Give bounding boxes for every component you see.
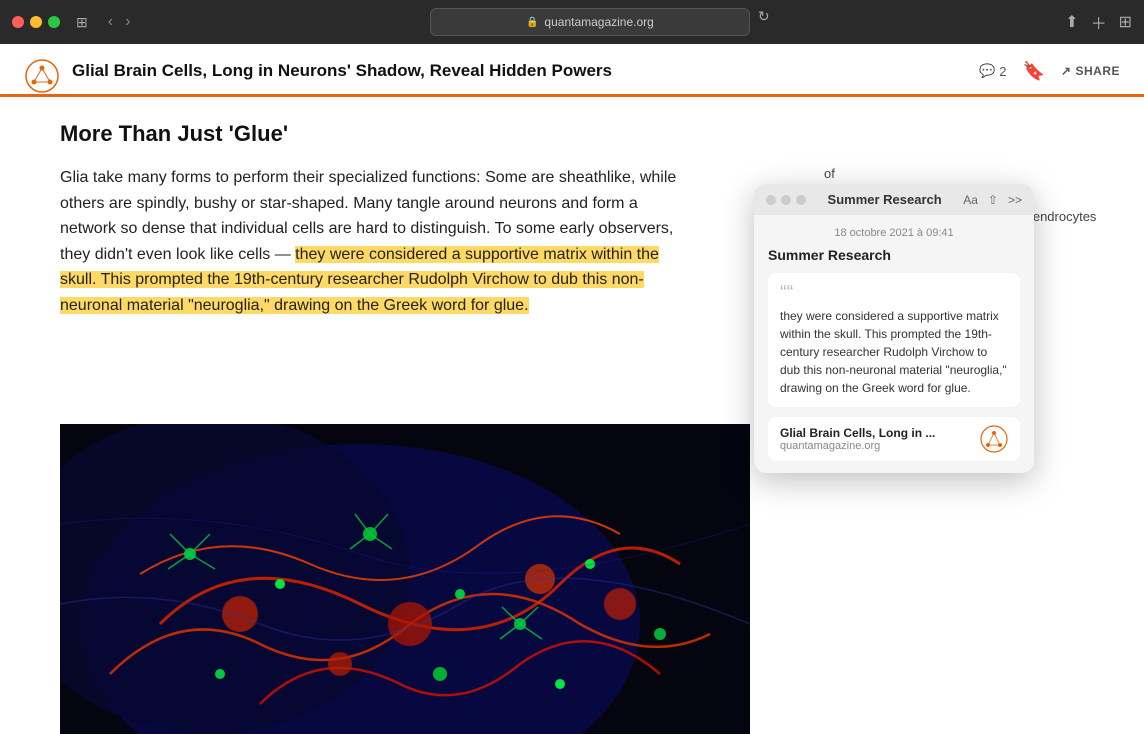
share-icon[interactable]: ⬆: [1065, 12, 1078, 32]
note-source-info: Glial Brain Cells, Long in ... quantamag…: [780, 426, 970, 452]
toolbar-right: ⬆ ＋ ⊞: [1065, 10, 1132, 34]
fullscreen-button[interactable]: [48, 16, 60, 28]
font-size-button[interactable]: Aa: [963, 193, 978, 207]
note-panel-actions: Aa ⇧ >>: [963, 193, 1022, 207]
note-panel: Summer Research Aa ⇧ >> 18 octobre 2021 …: [754, 184, 1034, 473]
note-dot-3[interactable]: [796, 195, 806, 205]
article-title: Glial Brain Cells, Long in Neurons' Shad…: [72, 61, 612, 91]
article-image: [60, 424, 750, 734]
minimize-button[interactable]: [30, 16, 42, 28]
note-panel-titlebar: Summer Research Aa ⇧ >>: [754, 184, 1034, 215]
note-panel-dots: [766, 195, 806, 205]
tabs-overview-icon[interactable]: ⊞: [1119, 12, 1132, 32]
article-header-right: 💬 2 🔖 ↗ SHARE: [979, 61, 1120, 92]
note-quote-mark: ““: [780, 283, 1008, 303]
note-notebook-name: Summer Research: [768, 247, 1020, 263]
expand-note-button[interactable]: >>: [1008, 193, 1022, 207]
note-date: 18 octobre 2021 à 09:41: [768, 227, 1020, 239]
traffic-lights: [12, 16, 60, 28]
close-button[interactable]: [12, 16, 24, 28]
share-arrow-icon: ↗: [1061, 64, 1072, 78]
quanta-logo: [24, 58, 60, 94]
sidebar-toggle-icon[interactable]: ⊞: [76, 14, 88, 31]
title-bar: ⊞ ‹ › 🔒 quantamagazine.org ↻ ⬆ ＋ ⊞: [0, 0, 1144, 44]
note-source-url: quantamagazine.org: [780, 440, 970, 452]
note-source-title: Glial Brain Cells, Long in ...: [780, 426, 970, 440]
share-label: SHARE: [1075, 64, 1120, 78]
new-tab-icon[interactable]: ＋: [1091, 10, 1107, 34]
article-header: Glial Brain Cells, Long in Neurons' Shad…: [0, 44, 1144, 97]
share-button[interactable]: ↗ SHARE: [1061, 64, 1120, 78]
note-dot-2[interactable]: [781, 195, 791, 205]
back-button[interactable]: ‹: [104, 11, 117, 33]
article-container: Glial Brain Cells, Long in Neurons' Shad…: [0, 44, 1144, 734]
nav-arrows: ‹ ›: [104, 11, 135, 33]
comment-icon: 💬: [979, 63, 995, 79]
url-text: quantamagazine.org: [544, 15, 653, 29]
comment-number: 2: [999, 64, 1006, 79]
note-quote-block: ““ they were considered a supportive mat…: [768, 273, 1020, 407]
section-title: More Than Just 'Glue': [60, 121, 680, 147]
refresh-button[interactable]: ↻: [758, 8, 770, 36]
bookmark-icon[interactable]: 🔖: [1023, 61, 1045, 82]
note-source[interactable]: Glial Brain Cells, Long in ... quantamag…: [768, 417, 1020, 461]
note-quote-text: they were considered a supportive matrix…: [780, 307, 1008, 397]
note-panel-body: 18 octobre 2021 à 09:41 Summer Research …: [754, 215, 1034, 473]
note-panel-title: Summer Research: [814, 192, 955, 207]
note-dot-1[interactable]: [766, 195, 776, 205]
article-body: Glia take many forms to perform their sp…: [60, 165, 680, 319]
forward-button[interactable]: ›: [121, 11, 134, 33]
comment-count[interactable]: 💬 2: [979, 63, 1006, 79]
article-header-left: Glial Brain Cells, Long in Neurons' Shad…: [24, 58, 612, 94]
caption-prefix: of: [824, 164, 1114, 184]
url-input[interactable]: 🔒 quantamagazine.org: [430, 8, 750, 36]
share-note-icon[interactable]: ⇧: [988, 193, 998, 207]
article-content: More Than Just 'Glue' Glia take many for…: [0, 97, 740, 343]
lock-icon: 🔒: [526, 17, 538, 28]
note-source-logo: [980, 425, 1008, 453]
address-bar: 🔒 quantamagazine.org ↻: [142, 8, 1057, 36]
